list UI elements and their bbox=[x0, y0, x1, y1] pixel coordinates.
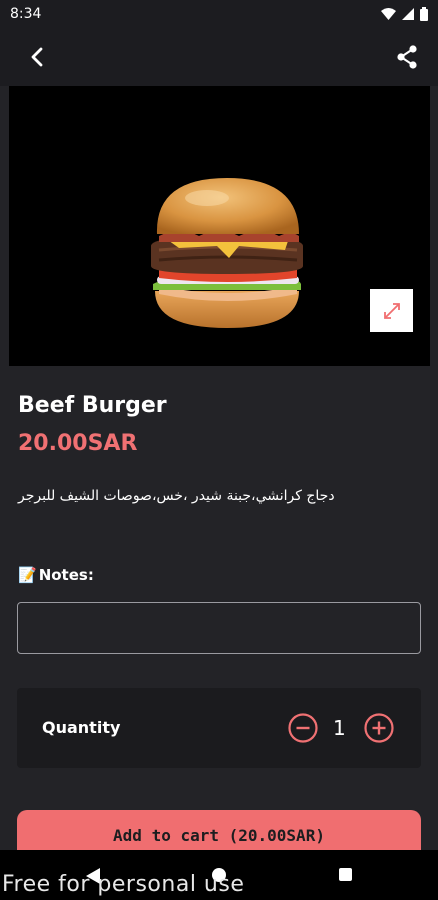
status-bar: 8:34 bbox=[0, 0, 438, 28]
memo-icon: 📝 bbox=[18, 566, 37, 584]
notes-label: 📝 Notes: bbox=[18, 566, 94, 584]
signal-icon bbox=[402, 8, 414, 20]
watermark-text: Free for personal use bbox=[2, 872, 245, 897]
expand-image-button[interactable] bbox=[370, 289, 413, 332]
status-time: 8:34 bbox=[10, 6, 42, 22]
notes-label-text: Notes: bbox=[38, 566, 94, 584]
nav-recents-icon[interactable] bbox=[339, 868, 352, 881]
product-title: Beef Burger bbox=[18, 393, 167, 418]
app-bar bbox=[0, 28, 438, 86]
wifi-icon bbox=[381, 8, 396, 20]
increase-quantity-button[interactable] bbox=[363, 712, 395, 744]
decrease-quantity-button[interactable] bbox=[287, 712, 319, 744]
share-button[interactable] bbox=[392, 42, 422, 72]
quantity-label: Quantity bbox=[42, 718, 121, 737]
expand-icon bbox=[383, 302, 400, 319]
share-icon bbox=[397, 45, 417, 69]
battery-icon bbox=[420, 7, 428, 21]
product-image[interactable] bbox=[9, 86, 430, 366]
chevron-left-icon bbox=[31, 47, 43, 67]
status-icons bbox=[381, 7, 428, 21]
product-price: 20.00SAR bbox=[18, 431, 138, 456]
back-button[interactable] bbox=[22, 42, 52, 72]
quantity-card: Quantity 1 bbox=[17, 688, 421, 768]
burger-illustration bbox=[151, 178, 303, 328]
notes-input[interactable] bbox=[17, 602, 421, 654]
product-description: دجاج كرانشي،جبنة شيدر ،خس،صوصات الشيف لل… bbox=[18, 488, 335, 504]
quantity-value: 1 bbox=[333, 716, 346, 740]
